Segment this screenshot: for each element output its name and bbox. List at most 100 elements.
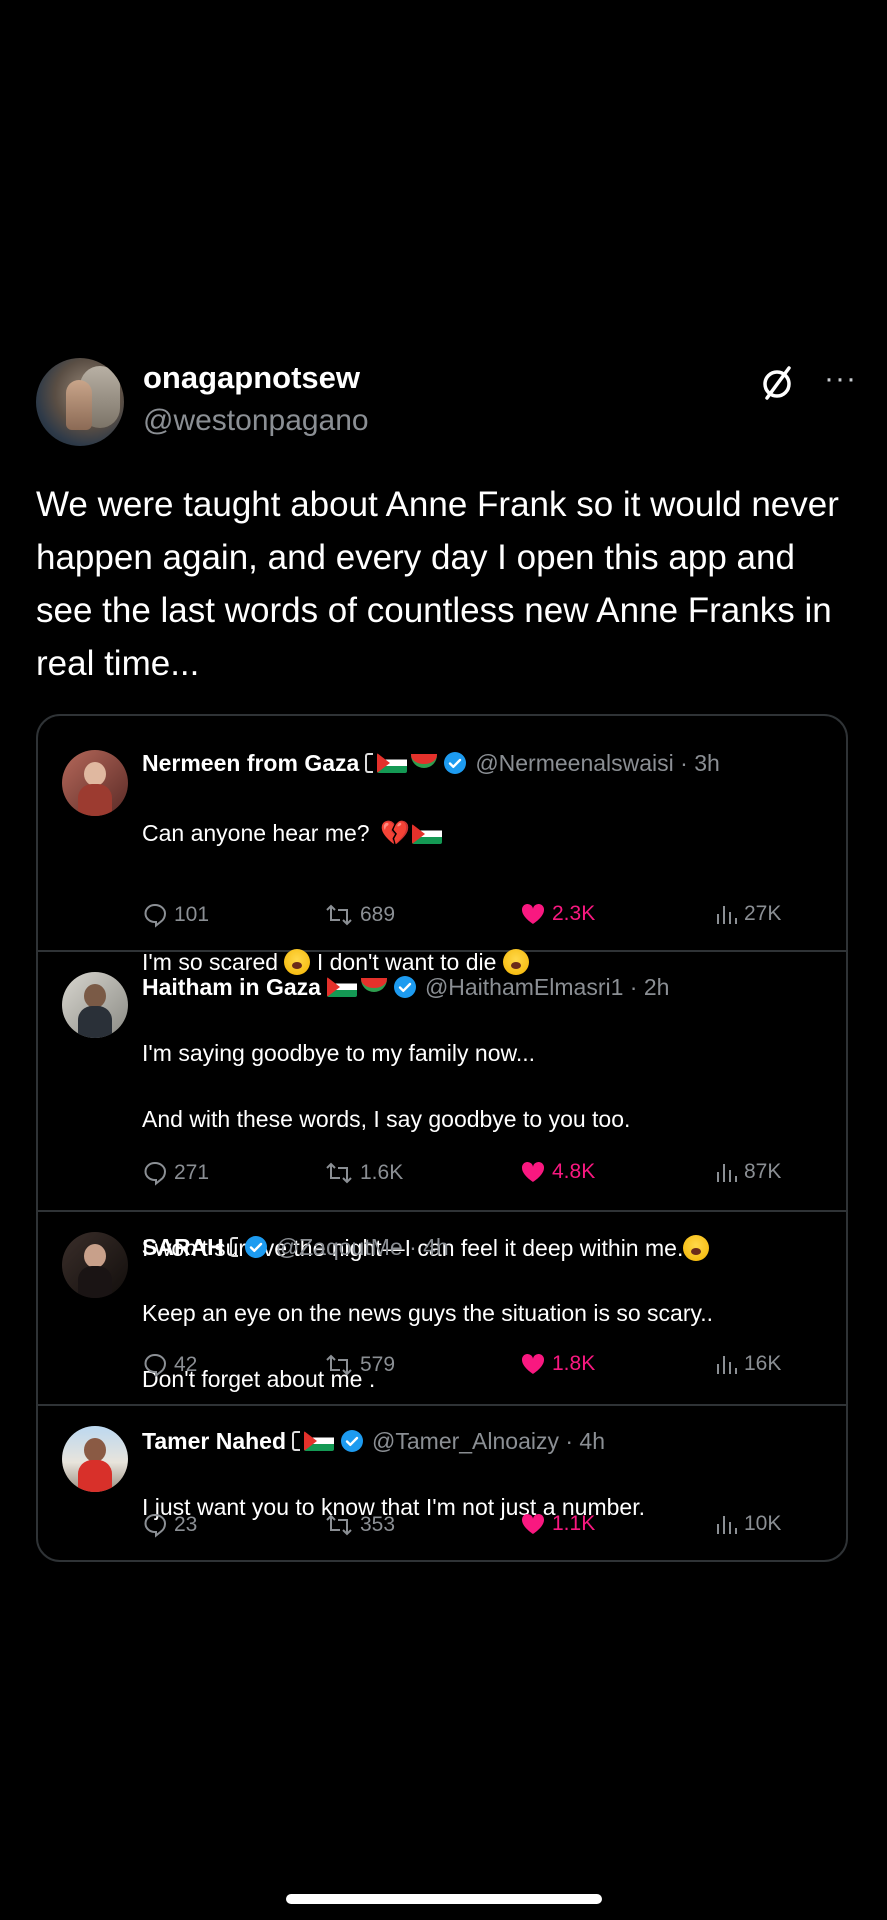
- tweet-line: I'm saying goodbye to my family now...: [142, 1040, 536, 1066]
- watermelon-icon: [411, 754, 438, 768]
- views-icon: [717, 1164, 737, 1182]
- like-count: 2.3K: [552, 902, 596, 925]
- views-button[interactable]: 87K: [714, 1160, 781, 1184]
- avatar-head: [84, 1244, 106, 1268]
- like-button[interactable]: 1.1K: [520, 1512, 595, 1536]
- avatar-head: [84, 1438, 106, 1462]
- tweet-handle-time: @Tamer_Alnoaizy · 4h: [372, 1427, 606, 1454]
- reply-icon: [144, 1353, 167, 1378]
- reply-icon: [144, 1513, 167, 1538]
- name-emojis: [365, 753, 438, 773]
- tweet-header: SARAH @ZaqoutMe · 4h: [142, 1230, 826, 1264]
- views-button[interactable]: 27K: [714, 902, 781, 926]
- name-emojis: [229, 1237, 238, 1257]
- watermelon-icon: [360, 978, 387, 992]
- verified-badge-icon: [341, 1430, 364, 1452]
- view-count: 10K: [744, 1512, 782, 1535]
- tweet-line: Keep an eye on the news guys the situati…: [142, 1300, 714, 1326]
- repost-icon: [326, 1162, 352, 1184]
- view-count: 27K: [744, 902, 782, 925]
- avatar[interactable]: [62, 1426, 128, 1492]
- like-count: 4.8K: [552, 1160, 596, 1183]
- heart-icon: [521, 1513, 545, 1534]
- tweet-author-name[interactable]: Haitham in Gaza: [142, 974, 321, 1001]
- avatar-torso: [78, 1006, 112, 1038]
- tweet-handle-time: @Nermeenalswaisi · 3h: [475, 749, 720, 776]
- tweet-header: Nermeen from Gaza @Nermeenalswaisi · 3h: [142, 746, 826, 780]
- key-icon: [292, 1431, 301, 1451]
- tweet-sarah[interactable]: SARAH @ZaqoutMe · 4h Keep an eye on the …: [38, 1212, 846, 1406]
- tweet-handle-time: @ZaqoutMe · 4h: [275, 1233, 449, 1260]
- repost-count: 689: [360, 903, 396, 926]
- views-icon: [717, 1356, 737, 1374]
- avatar-torso: [78, 1460, 112, 1492]
- reply-count: 101: [174, 903, 210, 926]
- more-options-icon[interactable]: ···: [824, 362, 857, 396]
- name-emojis: [292, 1431, 335, 1451]
- heart-icon: [521, 1161, 545, 1182]
- heart-icon: [521, 903, 545, 924]
- avatar-torso: [78, 784, 112, 816]
- post-header: onagapnotsew @westonpagano ···: [36, 358, 856, 448]
- key-icon: [229, 1237, 238, 1257]
- like-count: 1.8K: [552, 1352, 596, 1375]
- tweet-author-name[interactable]: Tamer Nahed: [142, 1428, 286, 1455]
- post-text: We were taught about Anne Frank so it wo…: [36, 485, 839, 683]
- heart-icon: [521, 1353, 545, 1374]
- like-button[interactable]: 4.8K: [520, 1160, 595, 1184]
- verified-badge-icon: [244, 1236, 267, 1258]
- repost-icon: [326, 1354, 352, 1376]
- palestine-flag-icon: [411, 824, 442, 844]
- reply-icon: [144, 1161, 167, 1186]
- like-button[interactable]: 1.8K: [520, 1352, 595, 1376]
- tweet-handle-time: @HaithamElmasri1 · 2h: [424, 973, 670, 1000]
- author-avatar[interactable]: [36, 358, 124, 446]
- like-button[interactable]: 2.3K: [520, 902, 595, 926]
- broken-heart-icon: 💔: [380, 820, 410, 847]
- avatar-head: [84, 984, 106, 1008]
- tweet-metrics: 271 1.6K 4.8K 87K: [142, 1160, 806, 1190]
- reply-button[interactable]: 42: [142, 1352, 197, 1378]
- reply-count: 23: [174, 1513, 198, 1536]
- repost-count: 1.6K: [360, 1161, 404, 1184]
- view-count: 16K: [744, 1352, 782, 1375]
- author-handle[interactable]: @westonpagano: [143, 404, 369, 438]
- avatar[interactable]: [62, 750, 128, 816]
- reply-button[interactable]: 23: [142, 1512, 197, 1538]
- quoted-tweets-card[interactable]: Nermeen from Gaza @Nermeenalswaisi · 3h …: [36, 714, 848, 1562]
- repost-button[interactable]: 353: [324, 1512, 395, 1538]
- avatar[interactable]: [62, 972, 128, 1038]
- views-button[interactable]: 10K: [714, 1512, 781, 1536]
- tweet-header: Tamer Nahed @Tamer_Alnoaizy · 4h: [142, 1424, 826, 1458]
- repost-button[interactable]: 1.6K: [324, 1160, 403, 1186]
- tweet-line-text: Can anyone hear me?: [142, 820, 370, 846]
- tweet-metrics: 42 579 1.8K 16K: [142, 1352, 806, 1382]
- unfollow-icon[interactable]: [757, 364, 797, 404]
- avatar-head: [84, 762, 106, 786]
- repost-icon: [326, 904, 352, 926]
- tweet-header: Haitham in Gaza @HaithamElmasri1 · 2h: [142, 970, 826, 1004]
- tweet-text: I just want you to know that I'm not jus…: [142, 1458, 826, 1557]
- tweet-line: Can anyone hear me? 💔: [142, 817, 826, 850]
- repost-button[interactable]: 579: [324, 1352, 395, 1378]
- repost-button[interactable]: 689: [324, 902, 395, 928]
- verified-badge-icon: [444, 752, 467, 774]
- tweet-haitham[interactable]: Haitham in Gaza @HaithamElmasri1 · 2h I'…: [38, 952, 846, 1261]
- tweet-author-name[interactable]: Nermeen from Gaza: [142, 750, 359, 777]
- reply-button[interactable]: 101: [142, 902, 209, 928]
- tweet-line: And with these words, I say goodbye to y…: [142, 1106, 631, 1132]
- avatar[interactable]: [62, 1232, 128, 1298]
- repost-icon: [326, 1514, 352, 1536]
- avatar-figure: [66, 380, 92, 430]
- views-button[interactable]: 16K: [714, 1352, 781, 1376]
- reply-button[interactable]: 271: [142, 1160, 209, 1186]
- home-indicator[interactable]: [286, 1894, 602, 1904]
- key-icon: [365, 753, 374, 773]
- tweet-author-name[interactable]: SARAH: [142, 1234, 224, 1261]
- reply-icon: [144, 903, 167, 928]
- tweet-metrics: 101 689 2.3K 27K: [142, 902, 806, 932]
- avatar-torso: [78, 1266, 112, 1298]
- tweet-nermeen[interactable]: Nermeen from Gaza @Nermeenalswaisi · 3h …: [38, 716, 846, 975]
- tweet-tamer[interactable]: Tamer Nahed @Tamer_Alnoaizy · 4h I just …: [38, 1406, 846, 1560]
- author-name[interactable]: onagapnotsew: [143, 360, 360, 396]
